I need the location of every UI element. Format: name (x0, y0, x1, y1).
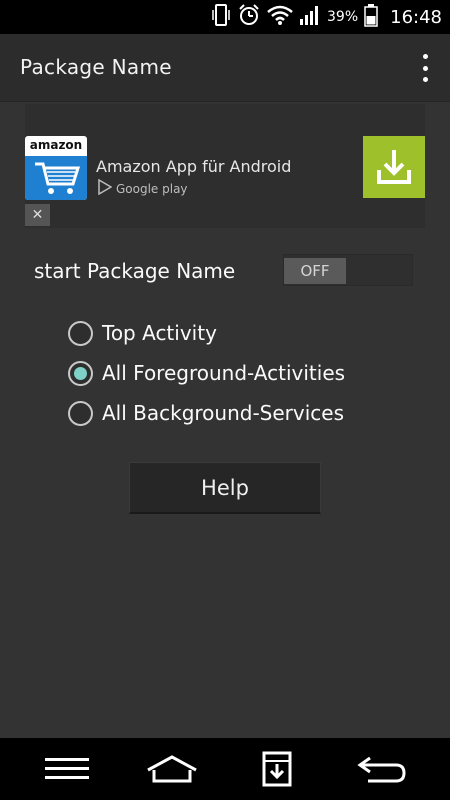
toggle-state: OFF (284, 258, 346, 284)
status-icons: 39% 16:48 (211, 0, 442, 34)
download-button[interactable] (363, 136, 425, 198)
start-toggle-switch[interactable]: OFF (283, 254, 413, 286)
signal-icon (299, 4, 321, 30)
navigation-bar (0, 738, 450, 800)
more-vert-icon[interactable] (420, 54, 430, 82)
radio-all-foreground-activities[interactable]: All Foreground-Activities (68, 356, 345, 390)
download-manager-icon[interactable] (247, 746, 307, 792)
radio-button[interactable] (68, 400, 93, 426)
radio-button[interactable] (68, 320, 93, 346)
status-bar: 39% 16:48 (0, 0, 450, 34)
google-play-label: Google play (116, 182, 188, 196)
radio-label: All Foreground-Activities (102, 361, 346, 385)
phone-vibrate-icon (211, 3, 231, 31)
action-bar: Package Name (0, 34, 450, 102)
radio-label: All Background-Services (102, 401, 345, 425)
google-play-badge: Google play (98, 178, 188, 199)
radio-top-activity[interactable]: Top Activity (68, 316, 217, 350)
battery-icon (364, 3, 378, 31)
google-play-icon (98, 178, 113, 199)
amazon-app-icon: amazon (25, 136, 87, 200)
alarm-icon (237, 3, 261, 31)
menu-icon[interactable] (37, 746, 97, 792)
ad-banner[interactable]: amazon Amazon App für Android Google pla… (25, 104, 425, 228)
amazon-brand-label: amazon (29, 138, 83, 152)
radio-all-background-services[interactable]: All Background-Services (68, 396, 344, 430)
screen: 39% 16:48 Package Name amazon Amazon App… (0, 0, 450, 800)
start-toggle-label: start Package Name (34, 259, 236, 283)
ad-title: Amazon App für Android (96, 157, 292, 176)
download-icon (377, 150, 411, 184)
radio-label: Top Activity (102, 321, 217, 345)
app-title: Package Name (20, 55, 172, 79)
back-icon[interactable] (352, 746, 412, 792)
home-icon[interactable] (142, 746, 202, 792)
battery-percent: 39% (327, 9, 359, 25)
radio-button-selected[interactable] (68, 360, 93, 386)
help-button[interactable]: Help (129, 462, 321, 514)
wifi-icon (267, 4, 293, 30)
clock: 16:48 (390, 6, 442, 28)
ad-close-button[interactable]: ✕ (25, 204, 50, 226)
shopping-cart-icon (25, 156, 87, 200)
start-toggle-row: start Package Name OFF (25, 251, 413, 289)
